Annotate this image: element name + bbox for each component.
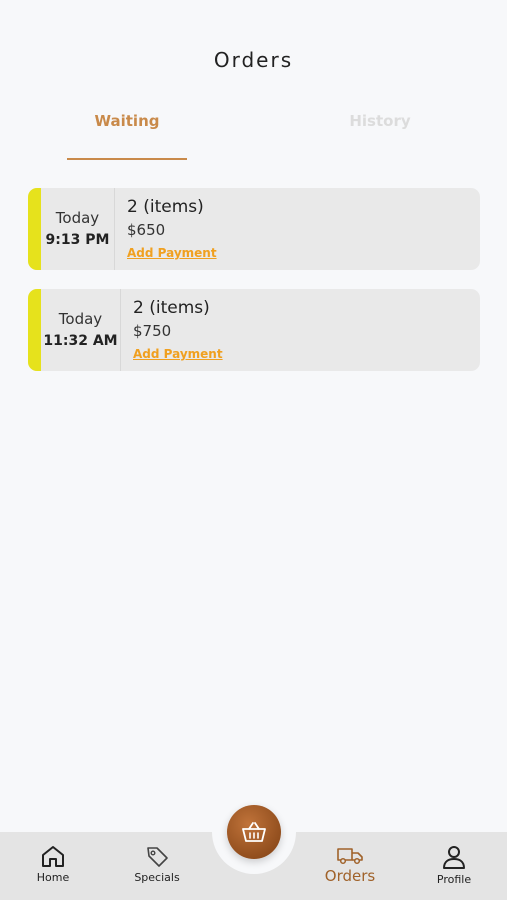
order-items-count: 2 (items) bbox=[127, 197, 204, 217]
order-date: Today 9:13 PM bbox=[41, 188, 115, 270]
order-time: 9:13 PM bbox=[45, 232, 110, 248]
active-tab-indicator bbox=[67, 158, 187, 160]
order-items-count: 2 (items) bbox=[133, 298, 210, 318]
order-info: 2 (items) $750 Add Payment bbox=[133, 297, 223, 363]
order-time: 11:32 AM bbox=[43, 333, 118, 349]
nav-specials-label: Specials bbox=[134, 871, 180, 884]
home-icon bbox=[42, 846, 64, 867]
orders-list: Today 9:13 PM 2 (items) $650 Add Payment… bbox=[28, 188, 480, 390]
truck-icon bbox=[337, 848, 363, 865]
user-icon bbox=[443, 846, 465, 869]
tab-waiting[interactable]: Waiting bbox=[47, 112, 207, 130]
nav-orders[interactable]: Orders bbox=[316, 832, 384, 900]
nav-home[interactable]: Home bbox=[22, 832, 84, 900]
nav-profile[interactable]: Profile bbox=[424, 832, 484, 900]
status-bar bbox=[0, 0, 507, 24]
basket-button[interactable] bbox=[227, 805, 281, 859]
nav-orders-label: Orders bbox=[324, 867, 376, 885]
order-day: Today bbox=[55, 209, 100, 227]
basket-icon bbox=[242, 822, 266, 842]
order-status-stripe bbox=[28, 289, 41, 371]
order-card[interactable]: Today 9:13 PM 2 (items) $650 Add Payment bbox=[28, 188, 480, 270]
order-tabs: Waiting History bbox=[0, 100, 507, 162]
nav-home-label: Home bbox=[36, 871, 70, 884]
add-payment-link[interactable]: Add Payment bbox=[133, 345, 223, 363]
tab-history[interactable]: History bbox=[300, 112, 460, 130]
nav-profile-label: Profile bbox=[436, 873, 472, 886]
order-card[interactable]: Today 11:32 AM 2 (items) $750 Add Paymen… bbox=[28, 289, 480, 371]
order-day: Today bbox=[58, 310, 103, 328]
page-title: Orders bbox=[213, 48, 294, 72]
order-info: 2 (items) $650 Add Payment bbox=[127, 196, 217, 262]
order-price: $650 bbox=[127, 221, 166, 239]
order-price: $750 bbox=[133, 322, 172, 340]
order-date: Today 11:32 AM bbox=[41, 289, 121, 371]
tag-icon bbox=[147, 847, 168, 867]
nav-specials[interactable]: Specials bbox=[124, 832, 190, 900]
order-status-stripe bbox=[28, 188, 41, 270]
add-payment-link[interactable]: Add Payment bbox=[127, 244, 217, 262]
